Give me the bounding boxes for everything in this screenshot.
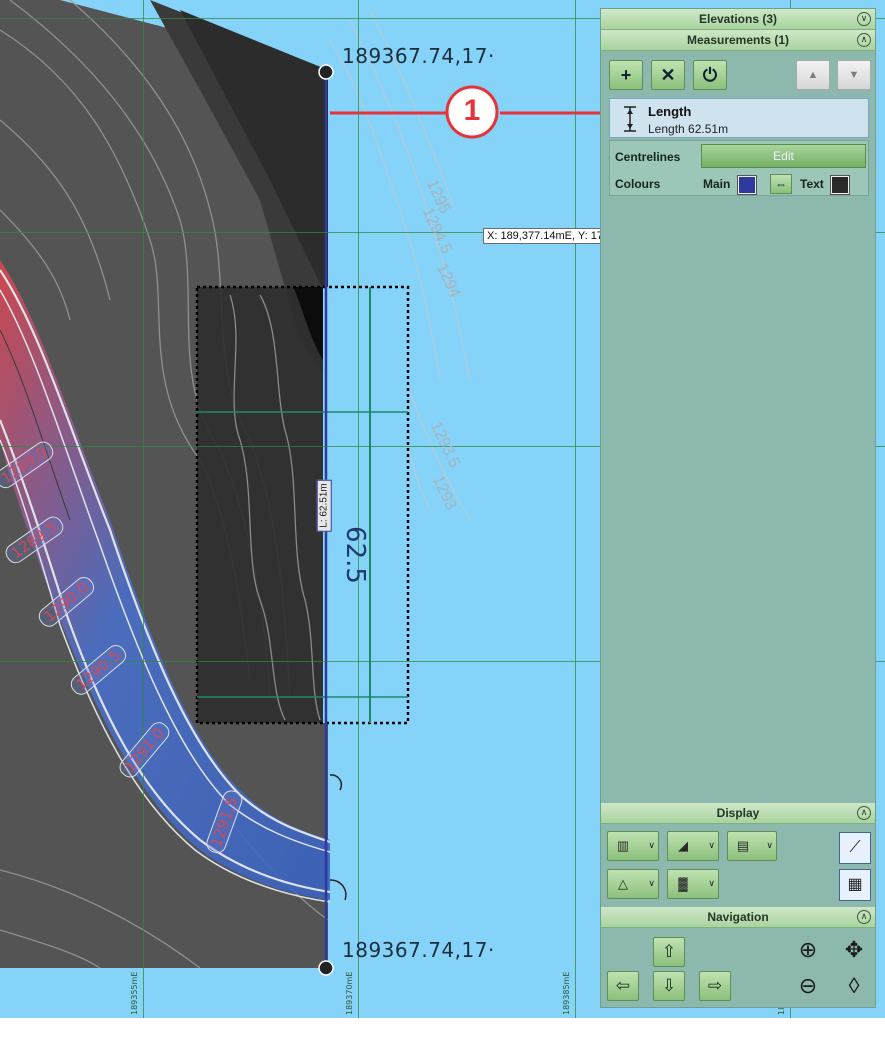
arrow-up-icon: ⇧ <box>661 942 677 961</box>
dropdown-arrow-icon: ∨ <box>708 840 715 850</box>
swap-colours-icon[interactable]: ⇔ <box>770 174 792 194</box>
colours-label: Colours <box>615 177 661 191</box>
elevations-header[interactable]: Elevations (3) ∨ <box>601 9 875 30</box>
grid-line <box>575 0 576 1018</box>
text-colour-label: Text <box>800 177 824 191</box>
pan-down-button[interactable]: ⇩ <box>653 971 685 1001</box>
measurement-value: 62.5 <box>339 526 370 584</box>
all-layers-tool[interactable]: ▤ ∨ <box>727 831 777 861</box>
arrow-down-icon: ⇩ <box>661 976 677 995</box>
dropdown-arrow-icon: ∨ <box>648 840 655 850</box>
layers-icon: ▤ <box>736 838 750 853</box>
edit-centrelines-button[interactable]: Edit <box>701 144 866 168</box>
axis-label: 189385mE <box>562 971 571 1015</box>
main-colour-swatch[interactable] <box>737 175 757 195</box>
coordinate-label-top: 189367.74,17· <box>342 44 495 68</box>
power-button[interactable]: ⏻ <box>693 60 727 90</box>
axis-label: 189355mE <box>130 971 139 1015</box>
arrow-left-icon: ⇦ <box>615 976 631 995</box>
dropdown-arrow-icon: ∨ <box>708 878 715 888</box>
view-2d-tool[interactable]: ▥ ∨ <box>607 831 659 861</box>
grid-icon[interactable]: ▦ <box>839 869 871 901</box>
zoom-window-icon[interactable]: ◊ <box>837 969 871 1003</box>
hatch-icon: ▓ <box>678 876 688 891</box>
coordinate-label-bottom: 189367.74,17· <box>342 938 495 962</box>
measurement-properties: Centrelines Edit Colours Main ⇔ Text <box>609 140 869 196</box>
delete-button[interactable]: ✕ <box>651 60 685 90</box>
text-colour-swatch[interactable] <box>830 175 850 195</box>
grid-line <box>358 0 359 1018</box>
side-panel: Elevations (3) ∨ Measurements (1) ∧ + ✕ … <box>600 8 876 1008</box>
chevron-up-icon[interactable]: ∧ <box>857 806 871 820</box>
contour-tool[interactable]: △ ∨ <box>607 869 659 899</box>
measurement-title: Length <box>648 104 692 119</box>
chevron-up-icon[interactable]: ∧ <box>857 910 871 924</box>
contour-icon: △ <box>618 876 628 891</box>
arrow-right-icon: ⇨ <box>707 976 723 995</box>
main-colour-label: Main <box>703 177 731 191</box>
centrelines-label: Centrelines <box>615 150 681 164</box>
line-tool-icon[interactable]: ⟋ <box>839 832 871 864</box>
measurement-subtitle: Length 62.51m <box>648 122 729 136</box>
chevron-down-icon[interactable]: ∨ <box>857 12 871 26</box>
view-2d-icon: ▥ <box>616 838 630 853</box>
slope-icon: ◢ <box>678 838 688 853</box>
display-title: Display <box>716 806 760 820</box>
move-down-button[interactable]: ▼ <box>837 60 871 90</box>
zoom-in-icon[interactable]: ⊕ <box>791 933 825 967</box>
length-icon <box>624 106 636 132</box>
pan-left-button[interactable]: ⇦ <box>607 971 639 1001</box>
add-button[interactable]: + <box>609 60 643 90</box>
hatch-tool[interactable]: ▓ ∨ <box>667 869 719 899</box>
measurements-header[interactable]: Measurements (1) ∧ <box>601 30 875 51</box>
grid-line <box>143 0 144 1018</box>
axis-label: 189370mE <box>345 971 354 1015</box>
zoom-out-icon[interactable]: ⊖ <box>791 969 825 1003</box>
pan-up-button[interactable]: ⇧ <box>653 937 685 967</box>
slope-tool[interactable]: ◢ ∨ <box>667 831 719 861</box>
callout-number: 1 <box>463 94 481 127</box>
chevron-up-icon[interactable]: ∧ <box>857 33 871 47</box>
measurement-tag: L: 62.51m <box>316 479 332 532</box>
display-header[interactable]: Display ∧ <box>601 803 875 824</box>
zoom-extents-icon[interactable]: ✥ <box>837 933 871 967</box>
measurement-item[interactable]: Length Length 62.51m <box>609 98 869 138</box>
dropdown-arrow-icon: ∨ <box>648 878 655 888</box>
navigation-header[interactable]: Navigation ∧ <box>601 907 875 928</box>
pan-right-button[interactable]: ⇨ <box>699 971 731 1001</box>
elevations-title: Elevations (3) <box>698 12 778 26</box>
move-up-button[interactable]: ▲ <box>796 60 830 90</box>
dropdown-arrow-icon: ∨ <box>766 840 773 850</box>
navigation-title: Navigation <box>707 910 769 924</box>
measurements-title: Measurements (1) <box>686 33 790 47</box>
